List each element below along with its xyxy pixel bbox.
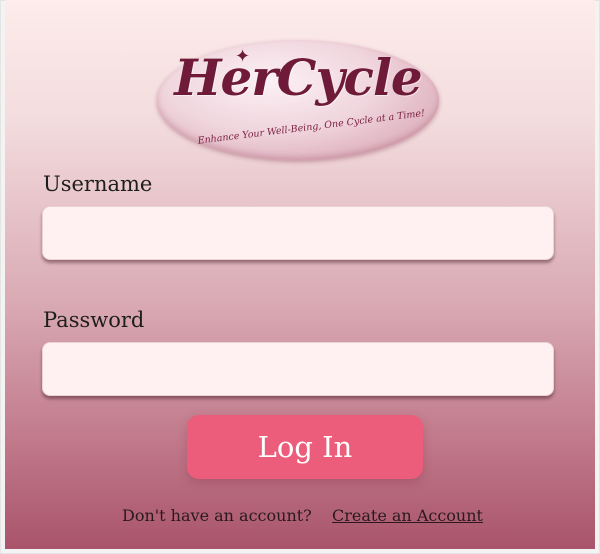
password-input[interactable] bbox=[42, 342, 554, 396]
star-icon: ✦ bbox=[235, 46, 251, 67]
login-panel: HerCycle ✦ Enhance Your Well-Being, One … bbox=[5, 0, 595, 549]
password-label: Password bbox=[43, 308, 145, 332]
create-account-link[interactable]: Create an Account bbox=[332, 506, 483, 525]
signup-prompt: Don't have an account? bbox=[122, 506, 312, 525]
logo-title: HerCycle bbox=[174, 48, 423, 107]
username-label: Username bbox=[43, 172, 153, 196]
username-input[interactable] bbox=[42, 206, 554, 260]
login-button[interactable]: Log In bbox=[187, 415, 423, 479]
app-logo: HerCycle ✦ Enhance Your Well-Being, One … bbox=[157, 40, 439, 160]
